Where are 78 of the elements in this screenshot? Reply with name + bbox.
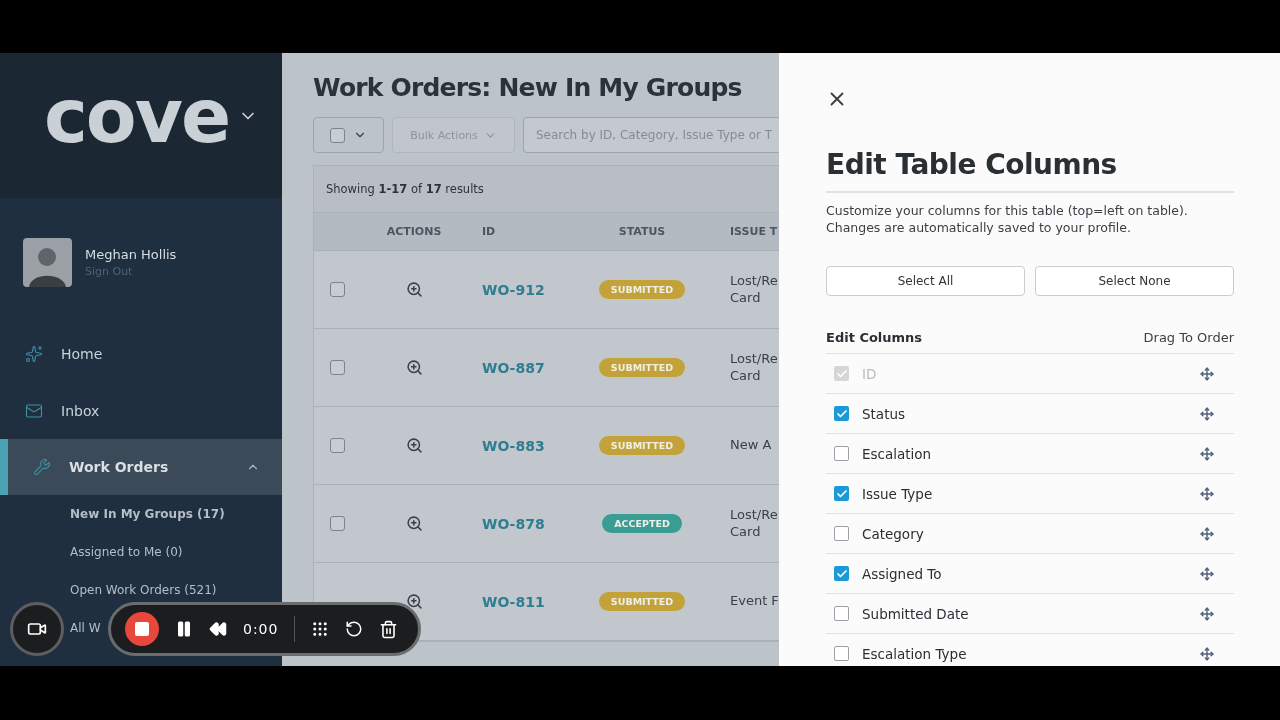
mail-icon xyxy=(25,401,43,420)
issue-type-text: Card xyxy=(730,289,762,307)
issue-type-text: Event F xyxy=(730,593,779,610)
nav-item[interactable]: Inbox xyxy=(0,382,282,439)
select-button[interactable]: Select None xyxy=(1035,266,1234,296)
zoom-in-icon[interactable] xyxy=(405,515,423,532)
drag-hint: Drag To Order xyxy=(1143,330,1234,345)
row-checkbox[interactable] xyxy=(330,360,345,375)
drag-handle-icon[interactable] xyxy=(1200,486,1214,501)
issue-type-text: New A xyxy=(730,437,772,454)
zoom-in-icon[interactable] xyxy=(405,593,423,610)
panel-description: Customize your columns for this table (top=left on table). Changes are automatically saved to your profile. xyxy=(826,202,1189,236)
wrench-icon xyxy=(33,458,51,476)
checkbox[interactable] xyxy=(834,526,849,541)
zoom-in-icon[interactable] xyxy=(405,281,423,298)
pause-button[interactable] xyxy=(175,620,193,638)
drag-handle-icon[interactable] xyxy=(1200,646,1214,661)
checkbox[interactable] xyxy=(834,606,849,621)
checkbox[interactable] xyxy=(834,566,849,581)
issue-type-text: Lost/Re xyxy=(730,506,778,524)
issue-type-text: Card xyxy=(730,523,762,541)
status-badge: SUBMITTED xyxy=(598,592,686,611)
drag-handle-icon[interactable] xyxy=(1200,566,1214,581)
user-name: Meghan Hollis xyxy=(85,247,177,262)
status-badge: SUBMITTED xyxy=(598,436,686,455)
row-checkbox[interactable] xyxy=(330,516,345,531)
page-title: Work Orders: New In My Groups xyxy=(313,73,742,102)
stop-button[interactable] xyxy=(125,612,159,646)
column-label: Status xyxy=(862,405,907,422)
column-label: Issue Type xyxy=(862,485,934,502)
search-field[interactable]: Search by ID, Category, Issue Type or T xyxy=(523,117,779,153)
column-header: ISSUE T xyxy=(729,225,779,238)
results-summary: Showing 1-17 of 17 results xyxy=(326,182,484,196)
panel-title: Edit Table Columns xyxy=(826,148,1234,193)
avatar xyxy=(23,238,72,287)
status-badge: SUBMITTED xyxy=(598,358,686,377)
recording-time: 0:00 xyxy=(243,621,279,637)
column-label: Category xyxy=(862,525,925,542)
drag-handle-icon[interactable] xyxy=(1200,606,1214,621)
column-label: Escalation Type xyxy=(862,645,968,662)
nav-item[interactable]: Home xyxy=(0,325,282,382)
column-header: ACTIONS xyxy=(385,225,443,238)
checkbox[interactable] xyxy=(834,446,849,461)
grid-dots-button[interactable] xyxy=(311,620,330,638)
issue-type-text: Card xyxy=(730,367,762,385)
checkbox[interactable] xyxy=(834,406,849,421)
checkbox[interactable] xyxy=(834,646,849,661)
zoom-in-icon[interactable] xyxy=(405,359,423,376)
checkbox[interactable] xyxy=(834,486,849,501)
row-checkbox[interactable] xyxy=(330,438,345,453)
status-badge: SUBMITTED xyxy=(598,280,686,299)
section-title: Edit Columns xyxy=(826,330,923,345)
issue-type-text: Lost/Re xyxy=(730,350,778,368)
nav-subitem[interactable]: Open Work Orders (521) xyxy=(70,580,217,600)
zoom-in-icon[interactable] xyxy=(405,437,423,454)
nav-item[interactable]: Work Orders xyxy=(0,439,282,495)
sparkle-icon xyxy=(25,344,43,363)
delete-button[interactable] xyxy=(379,619,399,639)
column-header: ID xyxy=(481,225,497,238)
nav-subitem[interactable]: New In My Groups (17) xyxy=(70,504,225,524)
column-label: Escalation xyxy=(862,445,933,462)
restart-button[interactable] xyxy=(345,620,364,638)
column-label: ID xyxy=(862,365,878,382)
drag-handle-icon[interactable] xyxy=(1200,406,1214,421)
nav-subitem[interactable]: Assigned to Me (0) xyxy=(70,542,183,562)
nav-subitem[interactable]: All W xyxy=(70,618,101,638)
row-checkbox[interactable] xyxy=(330,282,345,297)
column-header: STATUS xyxy=(617,225,667,238)
drag-handle-icon[interactable] xyxy=(1200,366,1214,381)
drag-handle-icon[interactable] xyxy=(1200,526,1214,541)
drag-handle-icon[interactable] xyxy=(1200,446,1214,461)
select-button[interactable]: Select All xyxy=(826,266,1025,296)
rewind-button[interactable] xyxy=(209,620,227,638)
logo: cove xyxy=(44,72,230,159)
column-label: Assigned To xyxy=(862,565,943,582)
issue-type-text: Lost/Re xyxy=(730,272,778,290)
column-label: Submitted Date xyxy=(862,605,970,622)
status-badge: ACCEPTED xyxy=(602,514,682,533)
